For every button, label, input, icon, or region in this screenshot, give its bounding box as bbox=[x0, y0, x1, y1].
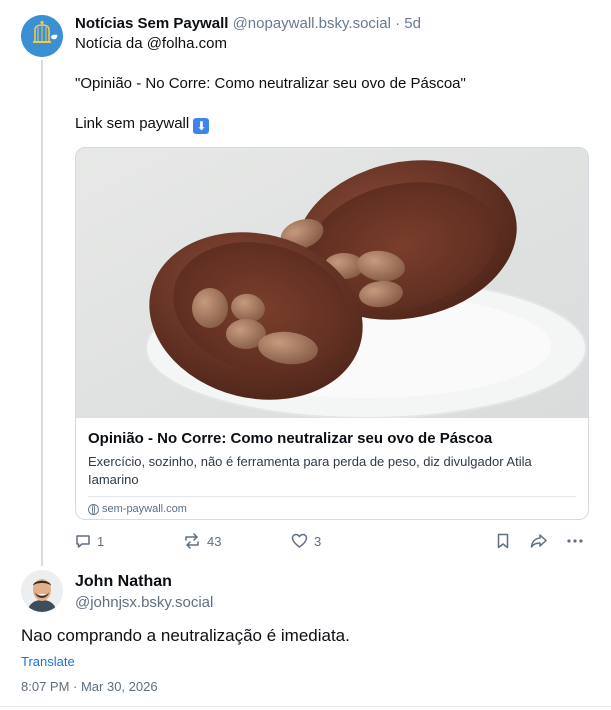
chocolate-easter-egg-image bbox=[76, 148, 588, 418]
user-avatar-icon bbox=[21, 570, 63, 612]
repost-icon bbox=[185, 533, 199, 549]
post-text-line-2: "Opinião - No Corre: Como neutralizar se… bbox=[75, 75, 466, 92]
avatar[interactable] bbox=[21, 15, 63, 57]
link-card[interactable]: Opinião - No Corre: Como neutralizar seu… bbox=[75, 147, 589, 520]
thread-connector-line bbox=[41, 60, 43, 566]
translate-link[interactable]: Translate bbox=[21, 654, 75, 669]
reply-icon bbox=[76, 535, 90, 548]
post-age[interactable]: 5d bbox=[404, 15, 421, 32]
card-body: Opinião - No Corre: Como neutralizar seu… bbox=[76, 418, 588, 515]
header-separator: · bbox=[395, 15, 401, 32]
card-title[interactable]: Opinião - No Corre: Como neutralizar seu… bbox=[88, 429, 576, 449]
bookmark-icon bbox=[497, 533, 509, 549]
card-domain-row: sem-paywall.com bbox=[88, 503, 576, 515]
author-name[interactable]: Notícias Sem Paywall bbox=[75, 15, 228, 32]
more-options-button[interactable] bbox=[566, 531, 584, 551]
divider bbox=[0, 706, 611, 707]
reply-author-name[interactable]: John Nathan bbox=[75, 573, 172, 591]
card-domain: sem-paywall.com bbox=[102, 503, 187, 515]
reply-timestamp[interactable]: 8:07 PM · Mar 30, 2026 bbox=[21, 679, 158, 694]
like-button[interactable]: 3 bbox=[291, 531, 321, 551]
ellipsis-icon bbox=[567, 539, 583, 543]
link-label: Link sem paywall bbox=[75, 115, 190, 132]
card-divider bbox=[88, 496, 576, 497]
reply-text: Nao comprando a neutralização é imediata… bbox=[21, 626, 350, 645]
reply-count: 1 bbox=[97, 533, 105, 549]
reply-button[interactable]: 1 bbox=[75, 531, 104, 551]
heart-icon bbox=[291, 533, 308, 548]
post-body: Notícias Sem Paywall @nopaywall.bsky.soc… bbox=[75, 14, 595, 134]
card-description: Exercício, sozinho, não é ferramenta par… bbox=[88, 454, 532, 487]
author-handle[interactable]: @nopaywall.bsky.social bbox=[233, 15, 391, 32]
globe-icon bbox=[88, 503, 99, 515]
share-arrow-icon bbox=[530, 534, 547, 548]
repost-button[interactable]: 43 bbox=[183, 531, 221, 551]
reply-avatar[interactable] bbox=[21, 570, 63, 612]
card-image bbox=[76, 148, 588, 418]
down-arrow-icon: ⬇ bbox=[193, 118, 210, 134]
post-text-line-3: Link sem paywall ⬇ bbox=[75, 114, 595, 134]
reply-author-handle[interactable]: @johnjsx.bsky.social bbox=[75, 594, 213, 611]
post-actions: 1 43 3 bbox=[75, 531, 590, 551]
repost-count: 43 bbox=[207, 533, 222, 549]
bookmark-button[interactable] bbox=[496, 531, 510, 551]
share-button[interactable] bbox=[530, 531, 548, 551]
like-count: 3 bbox=[314, 533, 322, 549]
bird-in-cage-icon bbox=[21, 15, 63, 57]
post-text-line-1: Notícia da @folha.com bbox=[75, 35, 227, 52]
post-header: Notícias Sem Paywall @nopaywall.bsky.soc… bbox=[75, 14, 595, 34]
